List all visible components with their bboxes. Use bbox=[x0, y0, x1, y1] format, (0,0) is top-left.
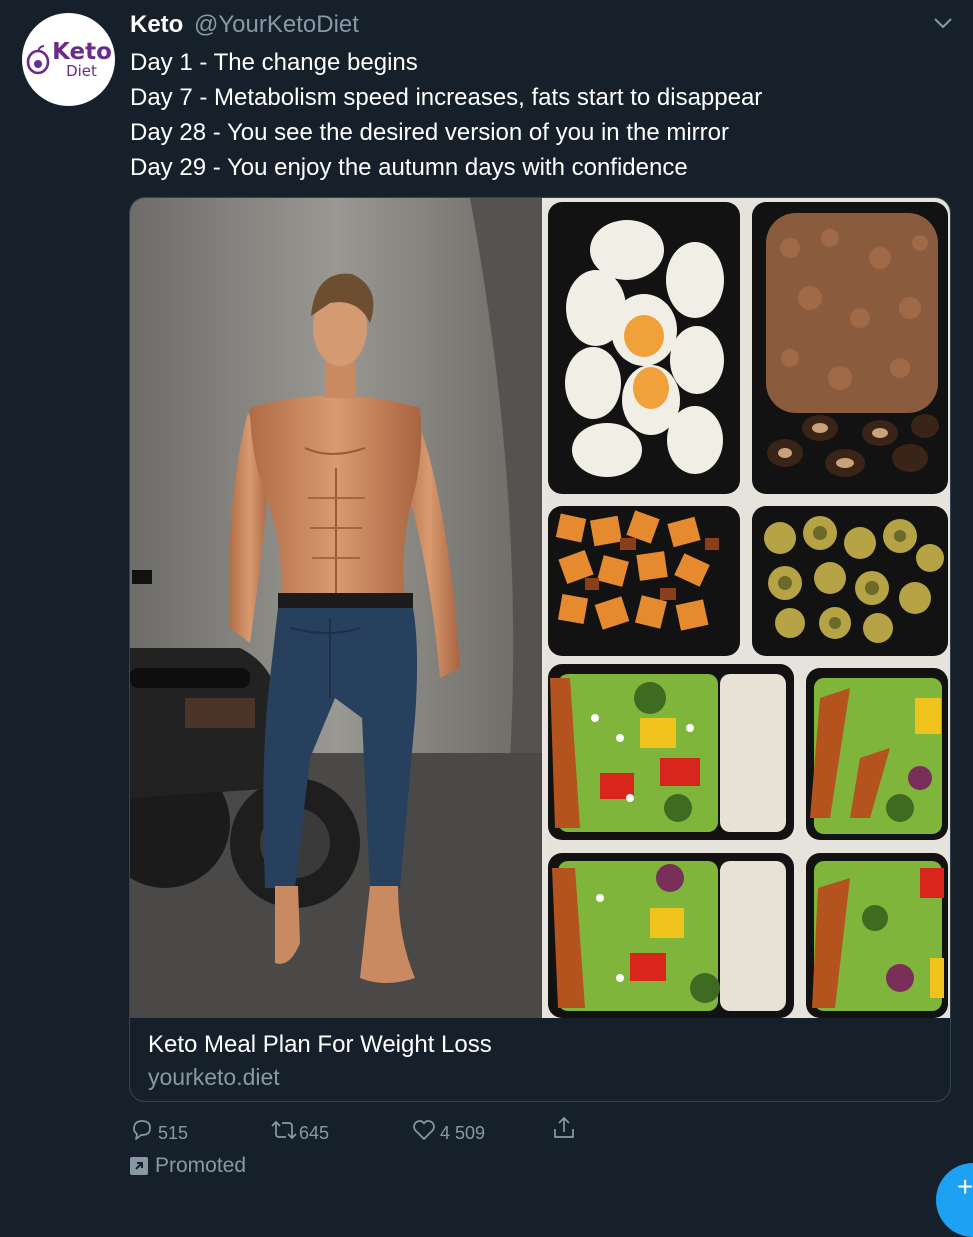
retweet-button[interactable]: 645 bbox=[270, 1115, 329, 1144]
tweet-line-2: Day 7 - Metabolism speed increases, fats… bbox=[130, 84, 763, 111]
retweet-count: 645 bbox=[299, 1123, 330, 1143]
avatar-sub-text: Diet bbox=[66, 61, 97, 80]
tweet-line-4: Day 29 - You enjoy the autumn days with … bbox=[130, 154, 688, 181]
tweet-line-1: Day 1 - The change begins bbox=[130, 49, 418, 76]
share-icon bbox=[552, 1115, 576, 1141]
retweet-icon bbox=[270, 1118, 298, 1142]
heart-icon bbox=[412, 1118, 436, 1142]
avocado-icon bbox=[26, 44, 50, 74]
avatar[interactable]: Keto Diet bbox=[22, 13, 115, 106]
reply-button[interactable]: 515 bbox=[130, 1115, 188, 1144]
plus-icon: + bbox=[957, 1171, 973, 1202]
tweet-header: Keto @YourKetoDiet bbox=[130, 10, 359, 40]
promoted-icon bbox=[130, 1157, 148, 1175]
card-image[interactable] bbox=[130, 198, 950, 1018]
author-handle[interactable]: @YourKetoDiet bbox=[194, 11, 359, 38]
tweet-text: Day 1 - The change begins Day 7 - Metabo… bbox=[130, 45, 960, 185]
reply-icon bbox=[130, 1118, 154, 1142]
card-domain[interactable]: yourketo.diet bbox=[148, 1062, 280, 1092]
like-count: 4 509 bbox=[440, 1123, 486, 1143]
avatar-brand-text: Keto bbox=[52, 38, 112, 65]
keto-logo: Keto Diet bbox=[25, 38, 112, 80]
like-button[interactable]: 4 509 bbox=[412, 1115, 485, 1144]
tweet-actions: 515 645 4 509 bbox=[130, 1115, 590, 1147]
author-name[interactable]: Keto bbox=[130, 11, 183, 38]
link-card[interactable]: Keto Meal Plan For Weight Loss yourketo.… bbox=[129, 197, 951, 1102]
tweet-line-3: Day 28 - You see the desired version of … bbox=[130, 119, 729, 146]
promoted-text: Promoted bbox=[155, 1154, 247, 1177]
chevron-down-icon[interactable] bbox=[932, 14, 954, 32]
compose-tweet-button[interactable]: + bbox=[936, 1163, 973, 1237]
man-photo bbox=[130, 198, 542, 1018]
meal-prep-photo bbox=[546, 198, 950, 1018]
reply-count: 515 bbox=[158, 1123, 189, 1143]
card-title[interactable]: Keto Meal Plan For Weight Loss bbox=[148, 1030, 492, 1060]
share-button[interactable] bbox=[552, 1115, 576, 1141]
promoted-label: Promoted bbox=[130, 1152, 246, 1180]
